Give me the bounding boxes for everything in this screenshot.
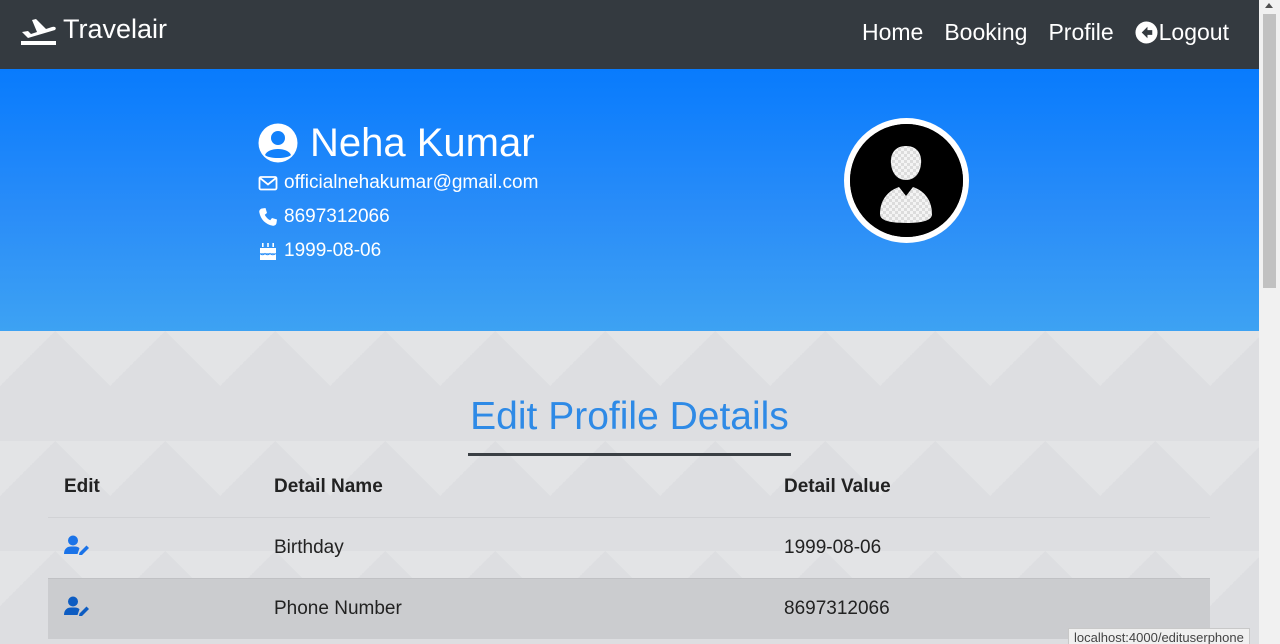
email-text: officialnehakumar@gmail.com xyxy=(284,172,539,193)
nav-booking-link[interactable]: Booking xyxy=(944,19,1027,46)
user-circle-icon xyxy=(258,123,298,163)
detail-name: Phone Number xyxy=(274,598,402,619)
vertical-scrollbar[interactable] xyxy=(1259,0,1280,644)
detail-value: 8697312066 xyxy=(784,598,890,619)
status-url-tooltip: localhost:4000/edituserphone xyxy=(1068,628,1250,644)
edit-cell xyxy=(48,596,274,622)
edit-profile-section: Edit Profile Details Edit Detail Name De… xyxy=(0,331,1259,644)
avatar xyxy=(844,118,969,243)
user-edit-icon[interactable] xyxy=(64,596,91,616)
nav-home-link[interactable]: Home xyxy=(862,19,923,46)
column-edit: Edit xyxy=(64,476,100,497)
user-edit-icon[interactable] xyxy=(64,535,91,555)
scrollbar-thumb[interactable] xyxy=(1263,14,1276,288)
nav-logout-link[interactable]: Logout xyxy=(1135,19,1229,46)
name-row: Neha Kumar xyxy=(258,120,538,166)
birthday-text: 1999-08-06 xyxy=(284,240,382,261)
brand-link[interactable]: Travelair xyxy=(20,14,167,45)
profile-info: Neha Kumar officialnehakumar@gmail.com 8… xyxy=(258,120,538,268)
scroll-up-arrow-icon[interactable] xyxy=(1265,3,1273,8)
birthday-cake-icon xyxy=(259,243,277,260)
section-title: Edit Profile Details xyxy=(468,395,791,456)
edit-cell xyxy=(48,535,274,561)
table-row: Phone Number 8697312066 xyxy=(48,578,1210,639)
nav-links: Home Booking Profile Logout xyxy=(841,19,1229,46)
person-silhouette-icon xyxy=(850,124,963,237)
email-row: officialnehakumar@gmail.com xyxy=(258,166,538,200)
arrow-circle-left-icon xyxy=(1135,21,1158,44)
nav-profile-link[interactable]: Profile xyxy=(1048,19,1113,46)
avatar-image xyxy=(850,124,963,237)
section-title-wrapper: Edit Profile Details xyxy=(0,395,1259,456)
detail-value: 1999-08-06 xyxy=(784,537,882,558)
birthday-row: 1999-08-06 xyxy=(258,234,538,268)
user-name: Neha Kumar xyxy=(310,120,535,165)
navbar: Travelair Home Booking Profile Logout xyxy=(0,0,1259,69)
profile-hero: Neha Kumar officialnehakumar@gmail.com 8… xyxy=(0,69,1259,331)
logout-label: Logout xyxy=(1158,19,1229,45)
brand-name: Travelair xyxy=(63,14,168,44)
table-header: Edit Detail Name Detail Value xyxy=(48,457,1210,517)
column-detail-name: Detail Name xyxy=(274,476,383,497)
profile-details-table: Edit Detail Name Detail Value Birthday 1… xyxy=(48,457,1210,639)
table-row: Birthday 1999-08-06 xyxy=(48,517,1210,578)
phone-text: 8697312066 xyxy=(284,206,390,227)
plane-departure-icon xyxy=(21,18,56,45)
column-detail-value: Detail Value xyxy=(784,476,891,497)
phone-row: 8697312066 xyxy=(258,200,538,234)
envelope-icon xyxy=(258,176,278,191)
phone-icon xyxy=(259,208,277,226)
detail-name: Birthday xyxy=(274,537,344,558)
